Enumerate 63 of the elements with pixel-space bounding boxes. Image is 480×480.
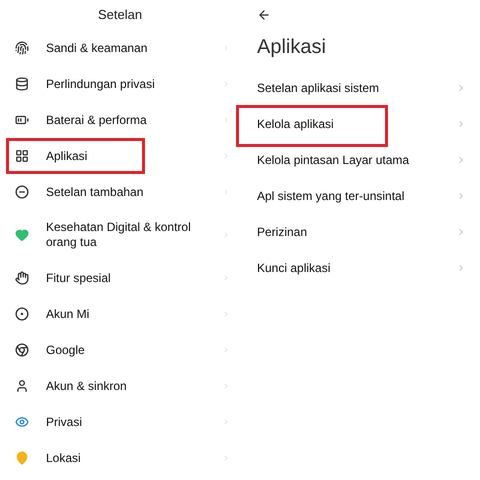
settings-item[interactable]: Sandi & keamanan	[0, 30, 240, 66]
chevron-icon	[222, 43, 230, 53]
item-label: Privasi	[46, 414, 84, 430]
item-label: Kelola pintasan Layar utama	[257, 152, 410, 169]
menu-item[interactable]: Kelola aplikasi	[257, 106, 466, 142]
settings-item[interactable]: Kesehatan Digital & kontrol orang tua	[0, 210, 240, 260]
settings-item[interactable]: Google	[0, 332, 240, 368]
item-label: Aplikasi	[46, 148, 88, 164]
item-label: Perizinan	[257, 224, 308, 241]
chevron-icon	[222, 345, 230, 355]
item-label: Kesehatan Digital & kontrol orang tua	[46, 220, 192, 250]
hand-icon	[15, 271, 29, 285]
item-label: Apl sistem yang ter-unsintal	[257, 188, 404, 205]
item-label: Baterai & performa	[46, 112, 148, 128]
minus-circle-icon	[15, 185, 29, 199]
item-label: Perlindungan privasi	[46, 76, 156, 92]
settings-item[interactable]: Fitur spesial	[0, 260, 240, 296]
settings-item[interactable]: Privasi	[0, 404, 240, 440]
chevron-icon	[222, 230, 230, 240]
battery-icon	[15, 113, 29, 127]
settings-item[interactable]: Aplikasi	[0, 138, 240, 174]
item-label: Setelan aplikasi sistem	[257, 80, 380, 97]
screen-title: Setelan	[98, 6, 142, 24]
chevron-icon	[222, 187, 230, 197]
item-label: Kunci aplikasi	[257, 260, 330, 277]
item-label: Akun & sinkron	[46, 378, 128, 394]
item-label: Setelan tambahan	[46, 184, 144, 200]
person-icon	[15, 379, 29, 393]
settings-item[interactable]: Akun & sinkron	[0, 368, 240, 404]
item-label: Sandi & keamanan	[46, 40, 148, 56]
menu-item[interactable]: Kunci aplikasi	[257, 250, 466, 286]
chevron-icon	[222, 115, 230, 125]
chevron-icon	[222, 151, 230, 161]
chevron-icon	[222, 79, 230, 89]
location-pin-icon	[15, 451, 29, 465]
menu-item[interactable]: Kelola pintasan Layar utama	[257, 142, 466, 178]
chevron-icon	[222, 309, 230, 319]
circle-dot-icon	[15, 307, 29, 321]
back-icon[interactable]	[257, 8, 271, 22]
item-label: Google	[46, 342, 86, 358]
chevron-icon	[222, 417, 230, 427]
fingerprint-icon	[15, 41, 29, 55]
menu-item[interactable]: Apl sistem yang ter-unsintal	[257, 178, 466, 214]
heart-icon	[15, 228, 29, 242]
settings-item[interactable]: Baterai & performa	[0, 102, 240, 138]
item-label: Lokasi	[46, 450, 82, 466]
database-icon	[15, 77, 29, 91]
chevron-icon	[222, 381, 230, 391]
item-label: Fitur spesial	[46, 270, 112, 286]
settings-item[interactable]: Akun Mi	[0, 296, 240, 332]
page-title: Aplikasi	[257, 35, 327, 59]
menu-item[interactable]: Perizinan	[257, 214, 466, 250]
chevron-icon	[222, 273, 230, 283]
settings-item[interactable]: Perlindungan privasi	[0, 66, 240, 102]
chevron-icon	[222, 453, 230, 463]
item-label: Kelola aplikasi	[257, 116, 334, 133]
settings-item[interactable]: Lokasi	[0, 440, 240, 476]
settings-item[interactable]: Setelan tambahan	[0, 174, 240, 210]
item-label: Akun Mi	[46, 306, 90, 322]
g-circle-icon	[15, 343, 29, 357]
grid-icon	[15, 149, 29, 163]
eye-icon	[15, 415, 29, 429]
menu-item[interactable]: Setelan aplikasi sistem	[257, 70, 466, 106]
